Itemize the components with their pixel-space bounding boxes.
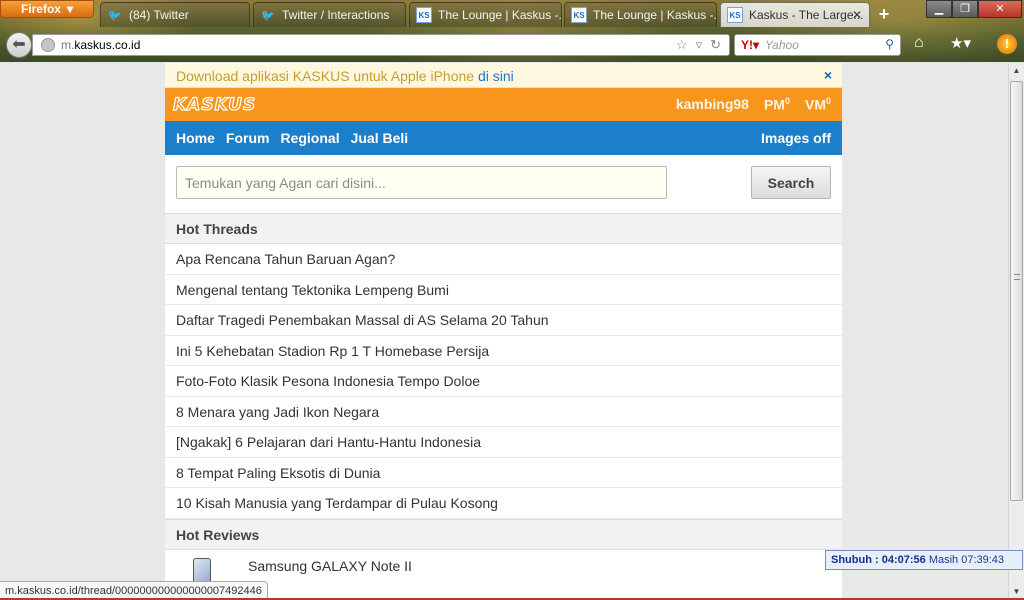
yahoo-icon: Y!▾ <box>741 38 760 52</box>
thread-item[interactable]: 8 Menara yang Jadi Ikon Negara <box>165 397 842 427</box>
scroll-thumb[interactable] <box>1010 81 1023 501</box>
search-row: Search <box>165 155 842 213</box>
new-tab-button[interactable]: + <box>873 4 895 24</box>
nav-home[interactable]: Home <box>176 130 215 146</box>
search-input[interactable] <box>176 166 667 199</box>
banner-link[interactable]: di sini <box>478 68 514 84</box>
kaskus-icon: KS <box>571 7 587 23</box>
download-app-banner: Download aplikasi KASKUS untuk Apple iPh… <box>165 63 842 88</box>
search-button[interactable]: Search <box>751 166 831 199</box>
url-bar[interactable]: m.kaskus.co.id ☆ ▿ ↻ <box>32 34 730 56</box>
kaskus-icon: KS <box>727 7 743 23</box>
prayer-time-remaining: Masih 07:39:43 <box>928 554 1005 566</box>
reload-icon[interactable]: ↻ <box>710 37 721 53</box>
hot-threads-heading: Hot Threads <box>165 213 842 244</box>
firefox-menu-label: Firefox <box>20 2 61 16</box>
chevron-down-icon: ▾ <box>66 2 74 16</box>
close-icon[interactable]: ✕ <box>850 8 864 22</box>
tab-twitter-home[interactable]: 🐦 (84) Twitter <box>100 2 250 27</box>
bookmarks-icon[interactable]: ★▾ <box>950 34 971 52</box>
tab-label: Kaskus - The Large... <box>749 8 864 22</box>
tab-kaskus-lounge-1[interactable]: KS The Lounge | Kaskus -... <box>409 2 562 27</box>
tab-label: The Lounge | Kaskus -... <box>438 8 562 22</box>
images-off-link[interactable]: Images off <box>761 130 831 146</box>
thread-item[interactable]: 10 Kisah Manusia yang Terdampar di Pulau… <box>165 488 842 519</box>
thread-item[interactable]: Ini 5 Kehebatan Stadion Rp 1 T Homebase … <box>165 336 842 366</box>
thread-item[interactable]: Daftar Tragedi Penembakan Massal di AS S… <box>165 305 842 336</box>
home-icon[interactable]: ⌂ <box>914 34 924 52</box>
url-prefix: m. <box>61 38 75 52</box>
hot-reviews-heading: Hot Reviews <box>165 518 842 550</box>
main-nav: Home Forum Regional Jual Beli Images off <box>165 121 842 155</box>
window-controls: ▁ ❐ ✕ <box>926 0 1022 18</box>
web-search-placeholder: Yahoo <box>765 38 799 52</box>
browser-chrome: Firefox ▾ 🐦 (84) Twitter 🐦 Twitter / Int… <box>0 0 1024 62</box>
kaskus-logo[interactable]: KASKUS <box>172 94 256 115</box>
back-button[interactable]: ⬅ <box>6 32 32 58</box>
twitter-icon: 🐦 <box>108 9 122 22</box>
firefox-menu-button[interactable]: Firefox ▾ <box>0 0 94 18</box>
vm-count: 0 <box>825 96 831 106</box>
username-link[interactable]: kambing98 <box>676 96 749 113</box>
scroll-up-arrow-icon[interactable]: ▲ <box>1009 63 1024 79</box>
tab-label: (84) Twitter <box>129 8 189 22</box>
close-icon[interactable]: × <box>824 67 832 83</box>
user-area: kambing98 PM0 VM0 <box>676 96 831 113</box>
kaskus-mobile-page: Download aplikasi KASKUS untuk Apple iPh… <box>165 63 842 600</box>
banner-text: Download aplikasi KASKUS untuk Apple iPh… <box>176 68 478 84</box>
navigation-toolbar: ⬅ m.kaskus.co.id ☆ ▿ ↻ Y!▾ Yahoo ⚲ <box>0 30 1024 60</box>
review-title[interactable]: Samsung GALAXY Note II <box>248 558 412 574</box>
site-header: KASKUS kambing98 PM0 VM0 <box>165 88 842 121</box>
kaskus-icon: KS <box>416 7 432 23</box>
web-search-box[interactable]: Y!▾ Yahoo ⚲ <box>734 34 901 56</box>
pm-count: 0 <box>784 96 790 106</box>
url-host: kaskus.co.id <box>74 38 141 52</box>
prayer-time-widget: Shubuh : 04:07:56 Masih 07:39:43 <box>825 550 1023 570</box>
nav-forum[interactable]: Forum <box>226 130 270 146</box>
tab-twitter-interactions[interactable]: 🐦 Twitter / Interactions <box>253 2 406 27</box>
pm-link[interactable]: PM0 <box>764 96 790 113</box>
twitter-icon: 🐦 <box>261 9 275 22</box>
tab-kaskus-active[interactable]: KS Kaskus - The Large... ✕ <box>720 2 870 27</box>
thread-item[interactable]: Foto-Foto Klasik Pesona Indonesia Tempo … <box>165 366 842 397</box>
search-icon[interactable]: ⚲ <box>885 37 894 51</box>
thread-item[interactable]: Apa Rencana Tahun Baruan Agan? <box>165 244 842 275</box>
prayer-time-label: Shubuh : 04:07:56 <box>831 554 926 566</box>
nav-regional[interactable]: Regional <box>280 130 339 146</box>
thread-item[interactable]: Mengenal tentang Tektonika Lempeng Bumi <box>165 275 842 305</box>
tab-kaskus-lounge-2[interactable]: KS The Lounge | Kaskus -... <box>564 2 717 27</box>
dropdown-arrow-icon[interactable]: ▿ <box>696 37 703 53</box>
tab-label: Twitter / Interactions <box>282 8 390 22</box>
vertical-scrollbar[interactable]: ▲ ▼ <box>1008 63 1024 600</box>
hot-threads-list: Apa Rencana Tahun Baruan Agan? Mengenal … <box>165 244 842 519</box>
vm-link[interactable]: VM0 <box>805 96 831 113</box>
tab-label: The Lounge | Kaskus -... <box>593 8 717 22</box>
thread-item[interactable]: 8 Tempat Paling Eksotis di Dunia <box>165 458 842 488</box>
thread-item[interactable]: [Ngakak] 6 Pelajaran dari Hantu-Hantu In… <box>165 427 842 458</box>
globe-icon <box>41 38 55 52</box>
bookmark-star-icon[interactable]: ☆ <box>676 37 688 53</box>
minimize-button[interactable]: ▁ <box>926 0 952 18</box>
restore-button[interactable]: ❐ <box>952 0 978 18</box>
nav-jual-beli[interactable]: Jual Beli <box>351 130 409 146</box>
close-window-button[interactable]: ✕ <box>978 0 1022 18</box>
alert-icon[interactable]: ! <box>997 34 1017 54</box>
